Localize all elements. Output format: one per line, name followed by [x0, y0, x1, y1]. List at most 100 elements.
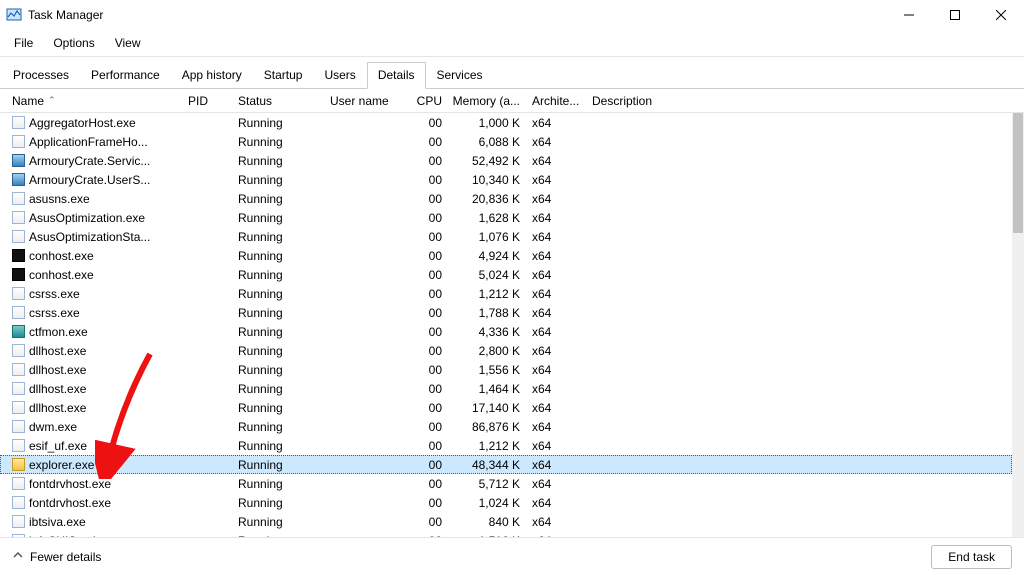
tab-performance[interactable]: Performance — [80, 62, 171, 89]
cell-name: AggregatorHost.exe — [6, 115, 182, 131]
table-row[interactable]: dwm.exeRunning0086,876 Kx64 — [0, 417, 1012, 436]
table-row[interactable]: asusns.exeRunning0020,836 Kx64 — [0, 189, 1012, 208]
table-row[interactable]: dllhost.exeRunning002,800 Kx64 — [0, 341, 1012, 360]
cell-memory: 1,516 K — [448, 533, 526, 538]
process-name: fontdrvhost.exe — [29, 496, 111, 510]
table-row[interactable]: igfxCUIService.exeRunning001,516 Kx64 — [0, 531, 1012, 537]
table-row[interactable]: dllhost.exeRunning001,464 Kx64 — [0, 379, 1012, 398]
table-row[interactable]: ApplicationFrameHo...Running006,088 Kx64 — [0, 132, 1012, 151]
column-name[interactable]: Name⌃ — [6, 90, 182, 112]
cell-user — [324, 255, 406, 257]
window-controls — [886, 0, 1024, 30]
column-arch[interactable]: Archite... — [526, 90, 586, 112]
process-name: ApplicationFrameHo... — [29, 135, 148, 149]
process-icon — [12, 515, 25, 528]
cell-user — [324, 426, 406, 428]
cell-status: Running — [232, 115, 324, 131]
menu-view[interactable]: View — [105, 32, 151, 54]
cell-cpu: 00 — [406, 153, 448, 169]
maximize-button[interactable] — [932, 0, 978, 30]
column-pid[interactable]: PID — [182, 90, 232, 112]
column-desc[interactable]: Description — [586, 90, 1024, 112]
tab-app-history[interactable]: App history — [171, 62, 253, 89]
table-row[interactable]: dllhost.exeRunning0017,140 Kx64 — [0, 398, 1012, 417]
cell-status: Running — [232, 476, 324, 492]
table-row[interactable]: AggregatorHost.exeRunning001,000 Kx64 — [0, 113, 1012, 132]
table-row[interactable]: ArmouryCrate.UserS...Running0010,340 Kx6… — [0, 170, 1012, 189]
table-row[interactable]: esif_uf.exeRunning001,212 Kx64 — [0, 436, 1012, 455]
cell-arch: x64 — [526, 476, 586, 492]
process-icon — [12, 116, 25, 129]
cell-cpu: 00 — [406, 210, 448, 226]
process-icon — [12, 154, 25, 167]
table-body: AggregatorHost.exeRunning001,000 Kx64App… — [0, 113, 1012, 537]
cell-pid — [182, 312, 232, 314]
scrollbar-thumb[interactable] — [1013, 113, 1023, 233]
table-row[interactable]: ArmouryCrate.Servic...Running0052,492 Kx… — [0, 151, 1012, 170]
column-cpu[interactable]: CPU — [406, 90, 448, 112]
table-row[interactable]: dllhost.exeRunning001,556 Kx64 — [0, 360, 1012, 379]
table-row[interactable]: conhost.exeRunning005,024 Kx64 — [0, 265, 1012, 284]
column-status[interactable]: Status — [232, 90, 324, 112]
cell-pid — [182, 293, 232, 295]
table-row[interactable]: AsusOptimizationSta...Running001,076 Kx6… — [0, 227, 1012, 246]
cell-name: ApplicationFrameHo... — [6, 134, 182, 150]
cell-desc — [586, 312, 1012, 314]
cell-user — [324, 502, 406, 504]
process-icon — [12, 420, 25, 433]
tab-startup[interactable]: Startup — [253, 62, 314, 89]
tab-processes[interactable]: Processes — [2, 62, 80, 89]
cell-memory: 52,492 K — [448, 153, 526, 169]
table-row[interactable]: conhost.exeRunning004,924 Kx64 — [0, 246, 1012, 265]
process-name: AggregatorHost.exe — [29, 116, 136, 130]
cell-memory: 5,712 K — [448, 476, 526, 492]
cell-status: Running — [232, 134, 324, 150]
column-memory[interactable]: Memory (a... — [448, 90, 526, 112]
table-row[interactable]: fontdrvhost.exeRunning001,024 Kx64 — [0, 493, 1012, 512]
cell-arch: x64 — [526, 438, 586, 454]
table-row[interactable]: ctfmon.exeRunning004,336 Kx64 — [0, 322, 1012, 341]
cell-pid — [182, 502, 232, 504]
table-row[interactable]: csrss.exeRunning001,788 Kx64 — [0, 303, 1012, 322]
process-name: conhost.exe — [29, 249, 94, 263]
cell-desc — [586, 331, 1012, 333]
table-row[interactable]: ibtsiva.exeRunning00840 Kx64 — [0, 512, 1012, 531]
cell-memory: 10,340 K — [448, 172, 526, 188]
cell-status: Running — [232, 533, 324, 538]
menu-file[interactable]: File — [4, 32, 43, 54]
tab-details[interactable]: Details — [367, 62, 426, 89]
fewer-details-toggle[interactable]: Fewer details — [12, 549, 101, 564]
cell-name: dllhost.exe — [6, 400, 182, 416]
cell-user — [324, 483, 406, 485]
scrollbar-vertical[interactable] — [1012, 113, 1024, 537]
tab-services[interactable]: Services — [426, 62, 494, 89]
table-row[interactable]: AsusOptimization.exeRunning001,628 Kx64 — [0, 208, 1012, 227]
cell-pid — [182, 217, 232, 219]
process-icon — [12, 401, 25, 414]
end-task-button[interactable]: End task — [931, 545, 1012, 569]
tab-users[interactable]: Users — [313, 62, 366, 89]
cell-arch: x64 — [526, 191, 586, 207]
cell-name: igfxCUIService.exe — [6, 533, 182, 538]
cell-desc — [586, 445, 1012, 447]
table-row[interactable]: explorer.exeRunning0048,344 Kx64 — [0, 455, 1012, 474]
column-user[interactable]: User name — [324, 90, 406, 112]
table-row[interactable]: csrss.exeRunning001,212 Kx64 — [0, 284, 1012, 303]
process-icon — [12, 268, 25, 281]
cell-user — [324, 312, 406, 314]
menu-options[interactable]: Options — [43, 32, 104, 54]
cell-status: Running — [232, 191, 324, 207]
cell-memory: 1,556 K — [448, 362, 526, 378]
table-row[interactable]: fontdrvhost.exeRunning005,712 Kx64 — [0, 474, 1012, 493]
process-name: explorer.exe — [29, 458, 94, 472]
cell-name: AsusOptimizationSta... — [6, 229, 182, 245]
close-button[interactable] — [978, 0, 1024, 30]
minimize-button[interactable] — [886, 0, 932, 30]
cell-pid — [182, 426, 232, 428]
cell-desc — [586, 502, 1012, 504]
cell-user — [324, 521, 406, 523]
cell-user — [324, 350, 406, 352]
details-table: Name⌃ PID Status User name CPU Memory (a… — [0, 89, 1024, 537]
cell-status: Running — [232, 286, 324, 302]
cell-cpu: 00 — [406, 305, 448, 321]
